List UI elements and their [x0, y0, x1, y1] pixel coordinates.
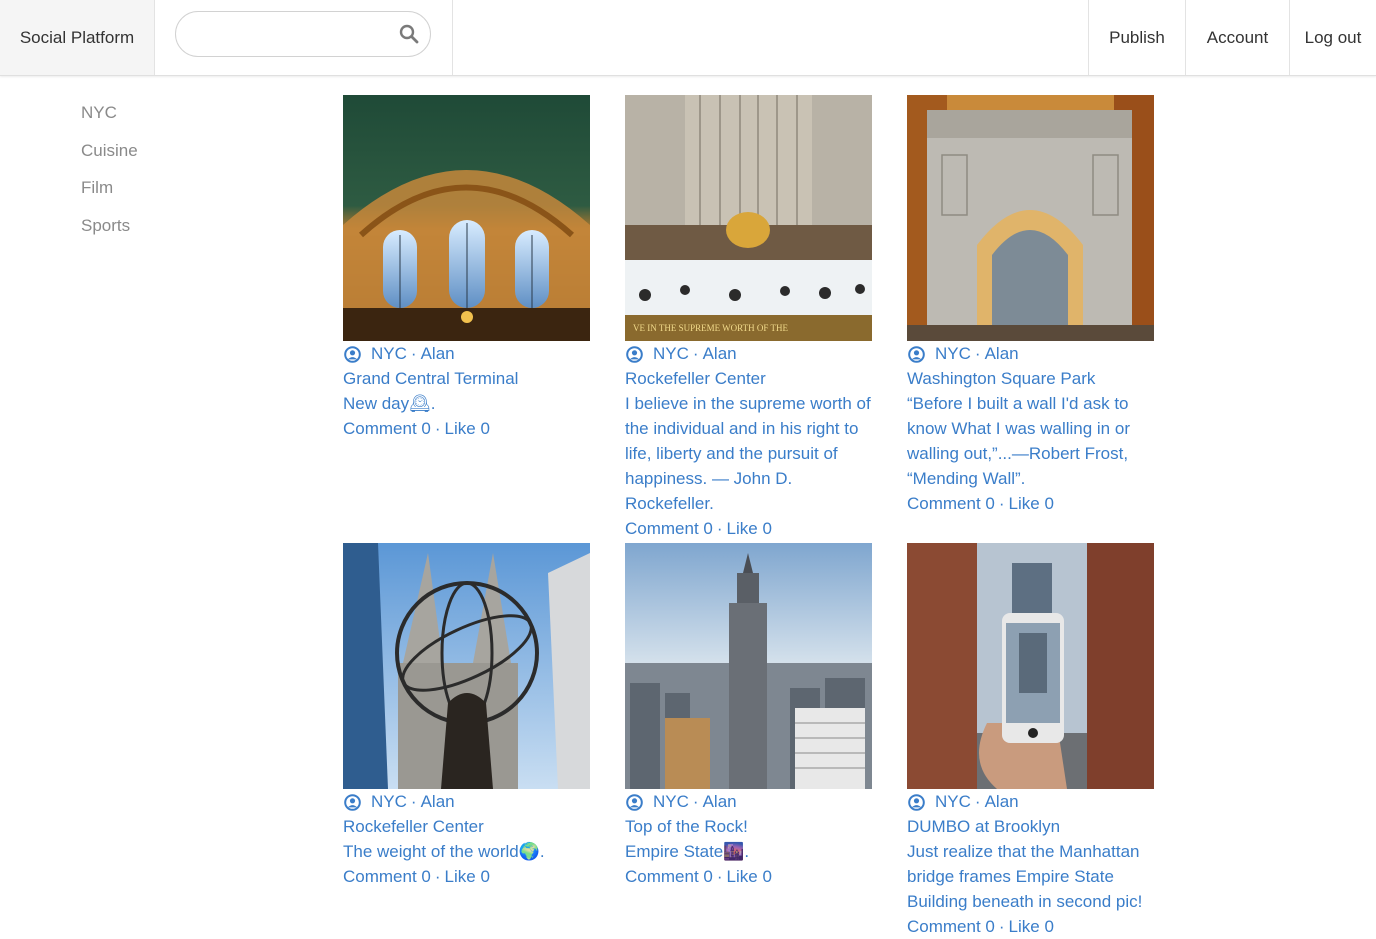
user-circle-icon — [626, 345, 643, 363]
separator: · — [692, 792, 699, 811]
post-meta: NYC · Alan — [343, 341, 590, 366]
nav-right: Publish Account Log out — [1088, 0, 1376, 75]
post-card: NYC · Alan Washington Square Park “Befor… — [907, 95, 1154, 516]
post-category-link[interactable]: NYC — [371, 341, 407, 366]
comment-link[interactable]: Comment 0 — [625, 519, 713, 538]
separator: · — [998, 494, 1005, 513]
inscription-text: VE IN THE SUPREME WORTH OF THE — [633, 323, 788, 333]
like-link[interactable]: Like 0 — [727, 519, 772, 538]
separator: · — [410, 792, 417, 811]
comment-link[interactable]: Comment 0 — [343, 419, 431, 438]
top-navbar: Social Platform Publish Account Log out — [0, 0, 1376, 76]
post-image-dumbo[interactable] — [907, 543, 1154, 789]
sidebar-item-nyc[interactable]: NYC — [81, 94, 138, 132]
post-category-link[interactable]: NYC — [653, 789, 689, 814]
like-link[interactable]: Like 0 — [445, 419, 490, 438]
search-input[interactable] — [175, 11, 431, 57]
sidebar-item-cuisine[interactable]: Cuisine — [81, 132, 138, 170]
post-card: NYC · Alan DUMBO at Brooklyn Just realiz… — [907, 543, 1154, 939]
post-title-link[interactable]: Rockefeller Center — [625, 369, 766, 388]
separator: · — [998, 917, 1005, 936]
comment-link[interactable]: Comment 0 — [343, 867, 431, 886]
user-circle-icon — [908, 345, 925, 363]
separator: · — [410, 344, 417, 363]
post-stats: Comment 0 · Like 0 — [907, 491, 1154, 516]
post-category-link[interactable]: NYC — [935, 789, 971, 814]
post-stats: Comment 0 · Like 0 — [625, 864, 872, 889]
post-image-top-of-the-rock[interactable] — [625, 543, 872, 789]
post-stats: Comment 0 · Like 0 — [907, 914, 1154, 939]
user-circle-icon — [626, 793, 643, 811]
user-circle-icon — [908, 793, 925, 811]
search-container — [155, 0, 453, 75]
account-link[interactable]: Account — [1185, 0, 1289, 75]
separator: · — [974, 344, 981, 363]
comment-link[interactable]: Comment 0 — [625, 867, 713, 886]
post-stats: Comment 0 · Like 0 — [343, 864, 590, 889]
sidebar-item-sports[interactable]: Sports — [81, 207, 138, 245]
separator: · — [716, 867, 723, 886]
user-circle-icon — [344, 345, 361, 363]
like-link[interactable]: Like 0 — [445, 867, 490, 886]
post-body: The weight of the world🌍. — [343, 842, 545, 861]
like-link[interactable]: Like 0 — [1009, 917, 1054, 936]
post-meta: NYC · Alan — [907, 341, 1154, 366]
post-author-link[interactable]: Alan — [985, 341, 1019, 366]
post-body: Empire State🌆. — [625, 842, 750, 861]
brand-link[interactable]: Social Platform — [0, 0, 155, 75]
post-author-link[interactable]: Alan — [703, 789, 737, 814]
post-author-link[interactable]: Alan — [703, 341, 737, 366]
post-category-link[interactable]: NYC — [371, 789, 407, 814]
post-image-grand-central[interactable] — [343, 95, 590, 341]
publish-link[interactable]: Publish — [1088, 0, 1185, 75]
user-circle-icon — [344, 793, 361, 811]
post-card: NYC · Alan Top of the Rock! Empire State… — [625, 543, 872, 889]
post-body: Just realize that the Manhattan bridge f… — [907, 842, 1143, 911]
separator: · — [716, 519, 723, 538]
post-image-rockefeller[interactable]: VE IN THE SUPREME WORTH OF THE — [625, 95, 872, 341]
post-category-link[interactable]: NYC — [935, 341, 971, 366]
separator: · — [434, 419, 441, 438]
post-title-link[interactable]: DUMBO at Brooklyn — [907, 817, 1060, 836]
post-meta: NYC · Alan — [907, 789, 1154, 814]
post-body: I believe in the supreme worth of the in… — [625, 394, 871, 513]
category-sidebar: NYC Cuisine Film Sports — [81, 94, 138, 244]
logout-link[interactable]: Log out — [1289, 0, 1376, 75]
post-meta: NYC · Alan — [625, 789, 872, 814]
separator: · — [434, 867, 441, 886]
comment-link[interactable]: Comment 0 — [907, 917, 995, 936]
post-title-link[interactable]: Grand Central Terminal — [343, 369, 518, 388]
post-title-link[interactable]: Rockefeller Center — [343, 817, 484, 836]
post-stats: Comment 0 · Like 0 — [343, 416, 590, 441]
post-author-link[interactable]: Alan — [421, 789, 455, 814]
post-body: “Before I built a wall I'd ask to know W… — [907, 394, 1130, 488]
post-card: NYC · Alan Grand Central Terminal New da… — [343, 95, 590, 441]
post-card: NYC · Alan Rockefeller Center The weight… — [343, 543, 590, 889]
post-stats: Comment 0 · Like 0 — [625, 516, 872, 541]
like-link[interactable]: Like 0 — [727, 867, 772, 886]
post-image-atlas[interactable] — [343, 543, 590, 789]
separator: · — [692, 344, 699, 363]
separator: · — [974, 792, 981, 811]
comment-link[interactable]: Comment 0 — [907, 494, 995, 513]
post-card: VE IN THE SUPREME WORTH OF THE NYC · Ala… — [625, 95, 872, 541]
post-title-link[interactable]: Top of the Rock! — [625, 817, 748, 836]
post-body: New day🕰. — [343, 394, 436, 413]
post-author-link[interactable]: Alan — [985, 789, 1019, 814]
post-author-link[interactable]: Alan — [421, 341, 455, 366]
post-meta: NYC · Alan — [343, 789, 590, 814]
sidebar-item-film[interactable]: Film — [81, 169, 138, 207]
like-link[interactable]: Like 0 — [1009, 494, 1054, 513]
post-image-washington-square[interactable] — [907, 95, 1154, 341]
post-category-link[interactable]: NYC — [653, 341, 689, 366]
search-icon[interactable] — [398, 23, 420, 45]
post-meta: NYC · Alan — [625, 341, 872, 366]
post-title-link[interactable]: Washington Square Park — [907, 369, 1095, 388]
